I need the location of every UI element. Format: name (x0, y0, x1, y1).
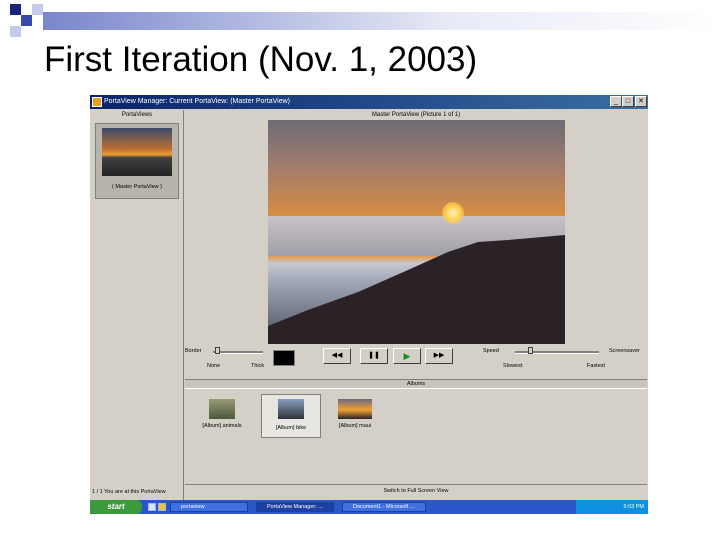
decorative-square (10, 4, 21, 15)
picture-pane: Master PortaView (Picture 1 of 1) Border… (185, 110, 647, 380)
window-title: PortaView Manager: Current PortaView: (M… (104, 98, 290, 105)
border-min-label: None (207, 363, 221, 369)
border-slider[interactable] (213, 351, 263, 354)
portaview-item-label: ( Master PortaView ) (111, 184, 163, 190)
slide-title: First Iteration (Nov. 1, 2003) (44, 40, 478, 79)
window-title-bar[interactable]: PortaView Manager: Current PortaView: (M… (90, 95, 648, 109)
speed-label: Speed (483, 348, 499, 354)
taskbar-item-document[interactable]: Document1 - Microsoft ... (342, 502, 426, 512)
decorative-square (21, 15, 32, 26)
start-button[interactable]: start (90, 500, 142, 514)
albums-area: [Album] animals [Album] bike [Album] mau… (185, 388, 647, 481)
photo-mountain-ridge (268, 235, 565, 344)
album-item-bike[interactable]: [Album] bike (261, 394, 321, 438)
taskbar: start portaview PortaView Manager: ... D… (90, 500, 648, 514)
maximize-button[interactable]: □ (622, 96, 634, 107)
border-slider-knob[interactable] (215, 347, 220, 354)
album-thumbnail (338, 399, 372, 419)
border-color-swatch[interactable] (273, 350, 295, 366)
portaview-item-master[interactable]: ( Master PortaView ) (95, 123, 179, 199)
system-tray-clock: 6:03 PM (576, 500, 648, 514)
sunset-photo (268, 120, 565, 344)
album-label: [Album] maui (338, 423, 372, 429)
border-label: Border (185, 348, 202, 354)
quick-launch-icon[interactable] (148, 503, 156, 511)
portaviews-pane: PortaViews ( Master PortaView ) 1 / 1 Yo… (91, 110, 184, 500)
full-screen-button[interactable]: Switch to Full Screen View (185, 484, 647, 497)
speed-slider-knob[interactable] (528, 347, 533, 354)
album-thumbnail (209, 399, 235, 419)
portaview-thumbnail (102, 128, 172, 176)
play-button[interactable]: ▶ (393, 348, 421, 364)
album-item-maui[interactable]: [Album] maui (325, 394, 385, 438)
screensaver-label: Screensaver (609, 348, 640, 354)
app-icon (92, 97, 102, 107)
album-thumbnail (278, 399, 304, 419)
pause-button[interactable]: ❚❚ (360, 348, 388, 364)
taskbar-item-portaview[interactable]: portaview (170, 502, 248, 512)
decorative-gradient-bar (43, 12, 720, 30)
close-button[interactable]: ✕ (635, 96, 647, 107)
speed-min-label: Slowest (503, 363, 523, 369)
album-item-animals[interactable]: [Album] animals (189, 394, 255, 438)
minimize-button[interactable]: _ (610, 96, 622, 107)
speed-max-label: Fastest (587, 363, 606, 369)
taskbar-item-portaview-manager[interactable]: PortaView Manager: ... (256, 502, 334, 512)
forward-button[interactable]: ▶▶ (425, 348, 453, 364)
decorative-square (10, 26, 21, 37)
quick-launch-icon[interactable] (158, 503, 166, 511)
app-window: PortaView Manager: Current PortaView: (M… (90, 95, 648, 514)
album-label: [Album] animals (202, 423, 242, 429)
picture-header: Master PortaView (Picture 1 of 1) (371, 112, 461, 118)
rewind-button[interactable]: ◀◀ (323, 348, 351, 364)
status-text: 1 / 1 You are at this PortaView (92, 489, 166, 495)
portaviews-header: PortaViews (121, 112, 153, 118)
border-max-label: Thick (251, 363, 265, 369)
album-label: [Album] bike (275, 425, 307, 431)
decorative-square (32, 4, 43, 15)
